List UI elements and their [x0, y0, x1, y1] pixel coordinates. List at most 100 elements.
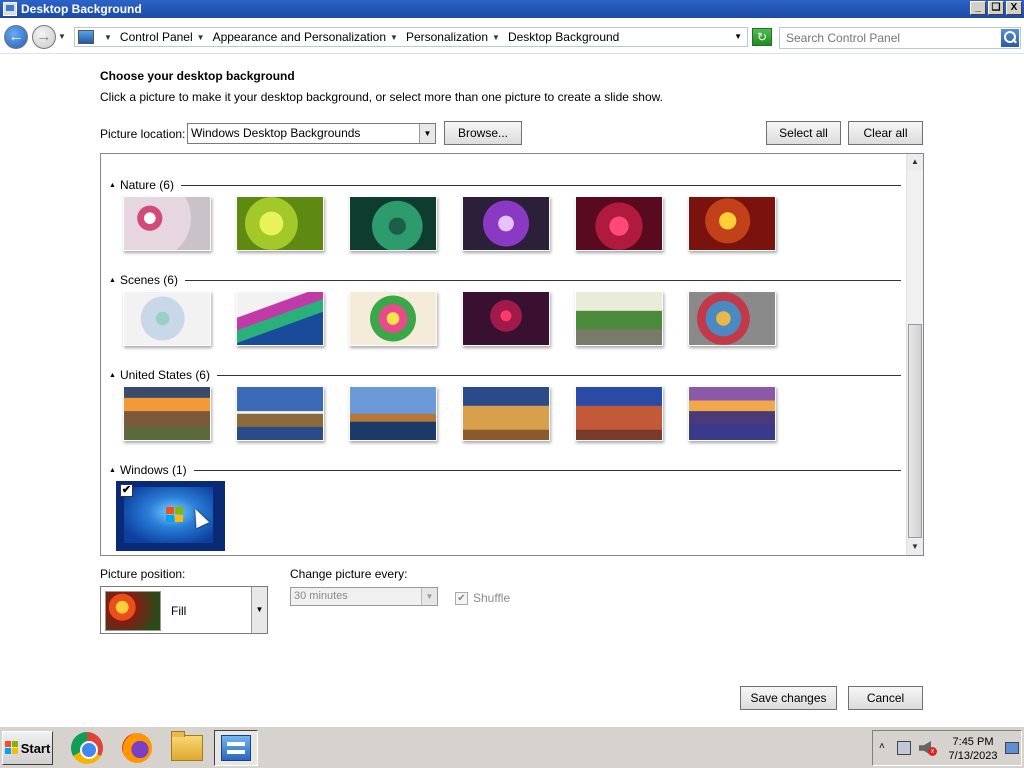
refresh-button[interactable]: ↻	[752, 28, 772, 46]
maximize-button[interactable]: ❏	[988, 1, 1004, 15]
minimize-button[interactable]: _	[970, 1, 986, 15]
address-bar: ← → ▼ ▼ Control Panel ▼ Appearance and P…	[0, 18, 1024, 54]
address-dropdown-icon[interactable]: ▼	[734, 32, 742, 41]
group-divider	[193, 469, 901, 471]
page-title: Choose your desktop background	[100, 69, 295, 83]
group-label: Nature (6)	[119, 178, 174, 192]
wallpaper-thumbnail[interactable]	[688, 291, 776, 346]
muted-icon: x	[928, 747, 937, 756]
wallpaper-thumbnail[interactable]	[575, 386, 663, 441]
chevron-down-icon[interactable]: ▼	[251, 587, 267, 633]
show-hidden-icons-icon[interactable]: ˄	[879, 741, 885, 752]
window-title: Desktop Background	[21, 2, 142, 16]
wallpaper-thumbnail[interactable]	[349, 386, 437, 441]
chevron-down-icon[interactable]: ▼	[419, 124, 435, 143]
breadcrumb-desktop-background[interactable]: Desktop Background	[508, 30, 619, 44]
taskbar: Start ˄ x 7:45 PM 7/13/2023	[0, 726, 1024, 768]
clear-all-button[interactable]: Clear all	[848, 121, 923, 145]
group-label: Windows (1)	[119, 463, 187, 477]
chrome-icon	[71, 732, 103, 764]
wallpaper-thumbnail[interactable]	[236, 196, 324, 251]
wallpaper-thumbnail[interactable]	[688, 196, 776, 251]
collapse-triangle-icon[interactable]: ▲	[109, 372, 116, 379]
picture-location-value: Windows Desktop Backgrounds	[191, 126, 361, 140]
wallpaper-thumbnail[interactable]	[236, 291, 324, 346]
page-subtitle: Click a picture to make it your desktop …	[100, 90, 663, 104]
group-divider	[180, 184, 901, 186]
shuffle-label: Shuffle	[473, 591, 511, 605]
chevron-down-icon[interactable]: ▼	[421, 588, 437, 605]
collapse-triangle-icon[interactable]: ▲	[109, 277, 116, 284]
wallpaper-thumbnail[interactable]	[462, 291, 550, 346]
desktop-background-icon	[3, 2, 17, 16]
back-button[interactable]: ←	[4, 25, 28, 49]
cancel-button[interactable]: Cancel	[848, 686, 923, 710]
windows-logo-icon	[4, 741, 19, 755]
taskbar-chrome[interactable]	[65, 730, 109, 766]
shuffle-checkbox[interactable]: ✔	[455, 591, 468, 605]
windows-logo-icon	[166, 507, 184, 523]
wallpaper-thumbnail[interactable]	[349, 291, 437, 346]
wallpaper-thumbnail[interactable]	[123, 386, 211, 441]
collapse-triangle-icon[interactable]: ▲	[109, 467, 116, 474]
close-button[interactable]: X	[1006, 1, 1022, 15]
wallpaper-thumbnail[interactable]	[123, 196, 211, 251]
wallpaper-thumbnail[interactable]	[462, 386, 550, 441]
search-box[interactable]	[779, 27, 1021, 49]
wallpaper-thumbnail[interactable]	[349, 196, 437, 251]
group-header-united-states[interactable]: ▲ United States (6)	[109, 368, 901, 382]
scroll-up-icon[interactable]: ▲	[907, 154, 923, 170]
taskbar-control-panel[interactable]	[214, 730, 258, 766]
wallpaper-thumbnail[interactable]	[462, 196, 550, 251]
chevron-down-icon[interactable]: ▼	[390, 33, 398, 42]
taskbar-file-explorer[interactable]	[165, 730, 209, 766]
wallpaper-thumbnail[interactable]	[123, 291, 211, 346]
breadcrumb[interactable]: ▼ Control Panel ▼ Appearance and Persona…	[74, 27, 748, 47]
wallpaper-thumbnail[interactable]	[575, 291, 663, 346]
breadcrumb-personalization[interactable]: Personalization	[406, 30, 488, 44]
collapse-triangle-icon[interactable]: ▲	[109, 182, 116, 189]
wallpaper-thumbnail[interactable]	[688, 386, 776, 441]
scrollbar-thumb[interactable]	[908, 324, 922, 538]
wallpaper-thumbnail[interactable]	[575, 196, 663, 251]
wallpaper-thumbnail[interactable]	[236, 386, 324, 441]
group-header-windows[interactable]: ▲ Windows (1)	[109, 463, 901, 477]
breadcrumb-appearance[interactable]: Appearance and Personalization	[213, 30, 386, 44]
title-bar: Desktop Background _ ❏ X	[0, 0, 1024, 18]
chevron-down-icon[interactable]: ▼	[197, 33, 205, 42]
forward-button[interactable]: →	[32, 25, 56, 49]
control-panel-icon	[221, 735, 251, 761]
wallpaper-thumbnail-selected[interactable]: ✔	[116, 481, 225, 551]
select-all-button[interactable]: Select all	[766, 121, 841, 145]
clock[interactable]: 7:45 PM 7/13/2023	[945, 735, 1001, 763]
search-icon[interactable]	[1001, 29, 1019, 47]
picture-location-label: Picture location:	[100, 127, 186, 141]
scroll-down-icon[interactable]: ▼	[907, 539, 923, 555]
system-tray: ˄ x 7:45 PM 7/13/2023	[872, 730, 1022, 766]
search-input[interactable]	[780, 28, 998, 48]
picture-location-select[interactable]: Windows Desktop Backgrounds ▼	[187, 123, 436, 144]
group-header-scenes[interactable]: ▲ Scenes (6)	[109, 273, 901, 287]
recent-pages-dropdown-icon[interactable]: ▼	[58, 32, 66, 41]
network-icon[interactable]	[897, 741, 911, 755]
picture-position-value: Fill	[171, 604, 187, 618]
chevron-down-icon[interactable]: ▼	[492, 33, 500, 42]
clock-time: 7:45 PM	[952, 736, 994, 748]
taskbar-firefox[interactable]	[115, 730, 159, 766]
firefox-icon	[122, 733, 152, 763]
chevron-down-icon[interactable]: ▼	[104, 33, 112, 42]
group-header-nature[interactable]: ▲ Nature (6)	[109, 178, 901, 192]
group-label: Scenes (6)	[119, 273, 178, 287]
change-picture-every-label: Change picture every:	[290, 567, 408, 581]
picture-list[interactable]: ▲ Nature (6) ▲ Scenes (6) ▲ United State…	[100, 153, 924, 556]
selected-checkbox[interactable]: ✔	[120, 484, 133, 497]
save-changes-button[interactable]: Save changes	[740, 686, 837, 710]
change-picture-every-select[interactable]: 30 minutes ▼	[290, 587, 438, 606]
picture-position-select[interactable]: Fill ▼	[100, 586, 268, 634]
show-desktop-icon[interactable]	[1005, 742, 1019, 754]
browse-button[interactable]: Browse...	[444, 121, 522, 145]
breadcrumb-control-panel[interactable]: Control Panel	[120, 30, 193, 44]
start-button[interactable]: Start	[2, 731, 53, 765]
vertical-scrollbar[interactable]: ▲ ▼	[906, 154, 923, 555]
shuffle-option[interactable]: ✔ Shuffle	[455, 591, 510, 605]
